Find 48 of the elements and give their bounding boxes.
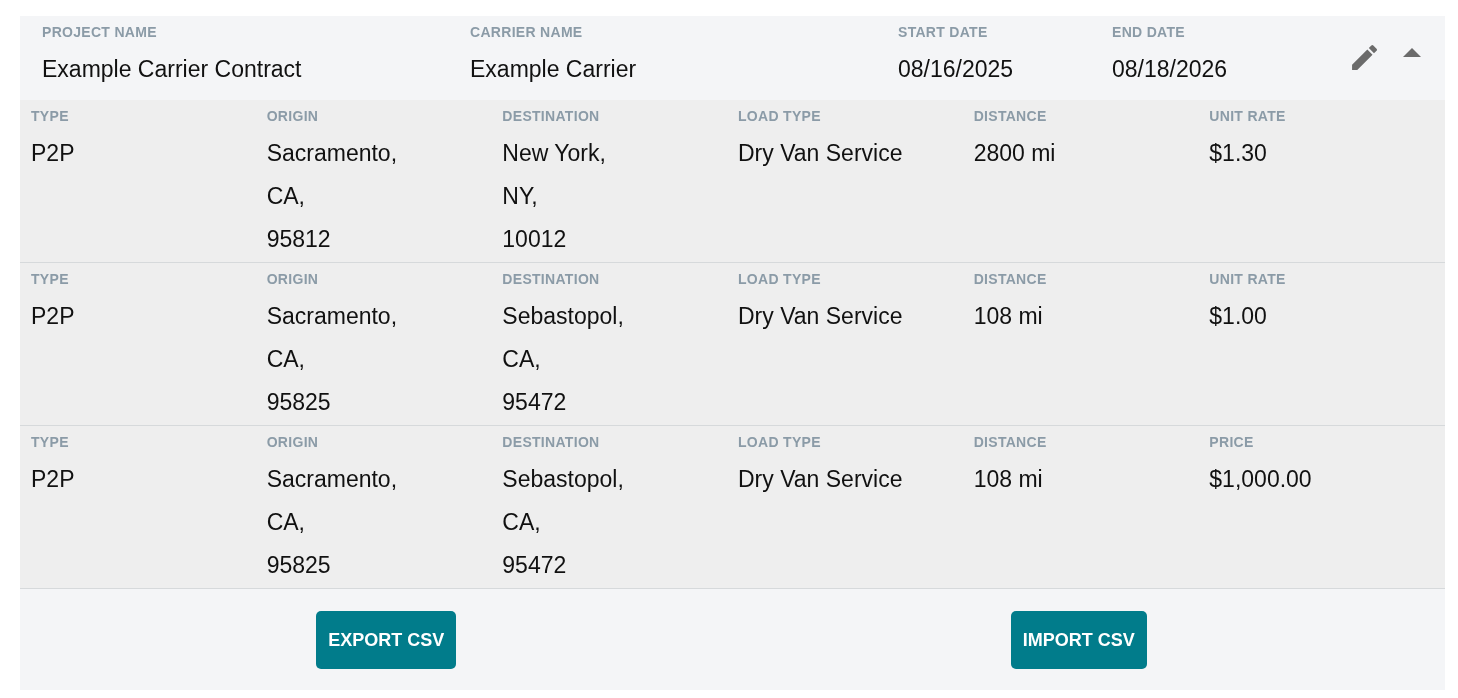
cell-value: P2P <box>31 139 75 168</box>
cell-value: Dry Van Service <box>738 465 903 494</box>
field-label: PROJECT NAME <box>42 24 157 40</box>
csv-button[interactable]: IMPORT CSV <box>1010 611 1147 669</box>
column-label: DESTINATION <box>502 434 600 450</box>
field-value: 08/16/2025 <box>898 55 1014 84</box>
column-label: DISTANCE <box>973 271 1047 287</box>
cell-value: Sebastopol, CA, 95472 <box>502 302 624 417</box>
cell-value: Dry Van Service <box>738 302 903 331</box>
cell-value: Sacramento, CA, 95812 <box>266 139 398 254</box>
column-label: TYPE <box>31 271 69 287</box>
cell-value: Sacramento, CA, 95825 <box>266 465 398 580</box>
column-label: DESTINATION <box>502 271 600 287</box>
column-label: TYPE <box>31 108 69 124</box>
cell-value: $1,000.00 <box>1209 465 1312 494</box>
column-label: UNIT RATE <box>1209 271 1286 287</box>
cell-value: $1.30 <box>1209 139 1267 168</box>
field-value: Example Carrier <box>470 55 637 84</box>
column-label: UNIT RATE <box>1209 108 1286 124</box>
column-label: ORIGIN <box>266 271 319 287</box>
cell-value: 108 mi <box>973 465 1043 494</box>
column-label: DISTANCE <box>973 108 1047 124</box>
cell-value: New York, NY, 10012 <box>502 139 606 254</box>
cell-value: P2P <box>31 302 75 331</box>
field-label: END DATE <box>1112 24 1185 40</box>
field-value: Example Carrier Contract <box>42 55 302 84</box>
cell-value: Sacramento, CA, 95825 <box>266 302 398 417</box>
column-label: PRICE <box>1209 434 1254 450</box>
column-label: LOAD TYPE <box>738 271 821 287</box>
cell-value: 2800 mi <box>973 139 1056 168</box>
column-label: LOAD TYPE <box>738 108 821 124</box>
column-label: DISTANCE <box>973 434 1047 450</box>
edit-icon[interactable] <box>1352 45 1377 70</box>
cell-value: $1.00 <box>1209 302 1267 331</box>
column-label: DESTINATION <box>502 108 600 124</box>
field-label: START DATE <box>898 24 988 40</box>
csv-button[interactable]: EXPORT CSV <box>316 611 457 669</box>
cell-value: P2P <box>31 465 75 494</box>
column-label: ORIGIN <box>266 434 319 450</box>
cell-value: Sebastopol, CA, 95472 <box>502 465 624 580</box>
cell-value: 108 mi <box>973 302 1043 331</box>
caret-up-icon[interactable] <box>1403 48 1421 57</box>
column-label: TYPE <box>31 434 69 450</box>
cell-value: Dry Van Service <box>738 139 903 168</box>
column-label: LOAD TYPE <box>738 434 821 450</box>
column-label: ORIGIN <box>266 108 319 124</box>
field-label: CARRIER NAME <box>470 24 583 40</box>
field-value: 08/18/2026 <box>1112 55 1228 84</box>
